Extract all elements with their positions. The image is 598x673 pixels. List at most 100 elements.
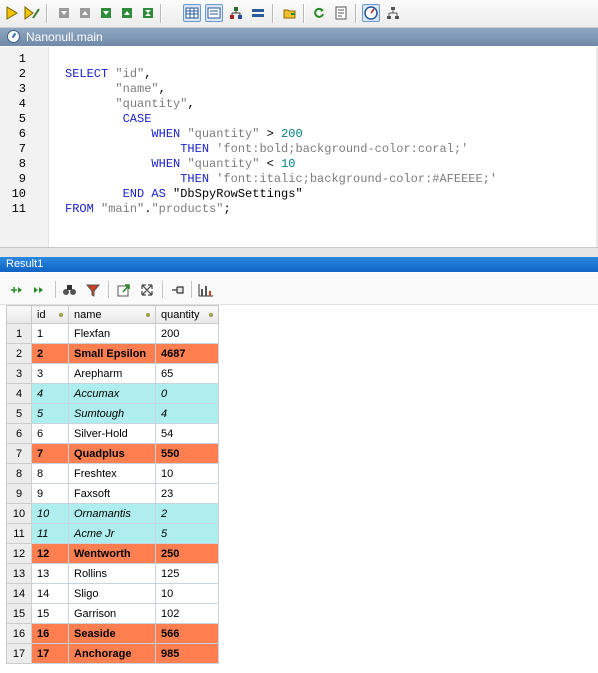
maximize-icon[interactable]: [139, 282, 155, 298]
cell-id[interactable]: 11: [31, 523, 69, 544]
cell-id[interactable]: 5: [31, 403, 69, 424]
cell-quantity[interactable]: 5: [155, 523, 219, 544]
row-number-cell[interactable]: 1: [6, 323, 32, 344]
expand-icon[interactable]: [97, 4, 115, 22]
row-number-cell[interactable]: 5: [6, 403, 32, 424]
cell-id[interactable]: 7: [31, 443, 69, 464]
filter-icon[interactable]: [85, 282, 101, 298]
cell-id[interactable]: 15: [31, 603, 69, 624]
cell-name[interactable]: Acme Jr: [68, 523, 156, 544]
table-row[interactable]: 5 5 Sumtough 4: [6, 403, 219, 424]
table-row[interactable]: 6 6 Silver-Hold 54: [6, 423, 219, 444]
cell-id[interactable]: 8: [31, 463, 69, 484]
cell-id[interactable]: 17: [31, 643, 69, 664]
cell-quantity[interactable]: 23: [155, 483, 219, 504]
table-row[interactable]: 10 10 Ornamantis 2: [6, 503, 219, 524]
cell-quantity[interactable]: 200: [155, 323, 219, 344]
table-row[interactable]: 17 17 Anchorage 985: [6, 643, 219, 664]
table-row[interactable]: 1 1 Flexfan 200: [6, 323, 219, 344]
row-number-cell[interactable]: 9: [6, 483, 32, 504]
cell-name[interactable]: Arepharm: [68, 363, 156, 384]
options-icon[interactable]: [332, 4, 350, 22]
cell-id[interactable]: 4: [31, 383, 69, 404]
row-number-cell[interactable]: 14: [6, 583, 32, 604]
append-row-icon[interactable]: [31, 282, 47, 298]
cell-quantity[interactable]: 4: [155, 403, 219, 424]
cell-id[interactable]: 10: [31, 503, 69, 524]
table-row[interactable]: 13 13 Rollins 125: [6, 563, 219, 584]
cell-id[interactable]: 13: [31, 563, 69, 584]
cell-quantity[interactable]: 125: [155, 563, 219, 584]
cell-name[interactable]: Small Epsilon: [68, 343, 156, 364]
cell-name[interactable]: Ornamantis: [68, 503, 156, 524]
cell-name[interactable]: Anchorage: [68, 643, 156, 664]
table-row[interactable]: 12 12 Wentworth 250: [6, 543, 219, 564]
cell-name[interactable]: Seaside: [68, 623, 156, 644]
cell-name[interactable]: Sumtough: [68, 403, 156, 424]
tree-icon[interactable]: [227, 4, 245, 22]
table-row[interactable]: 2 2 Small Epsilon 4687: [6, 343, 219, 364]
cell-quantity[interactable]: 985: [155, 643, 219, 664]
table-row[interactable]: 9 9 Faxsoft 23: [6, 483, 219, 504]
sql-editor[interactable]: 1 2 3 4 5 6 7 8 9 10 11 SELECT "id", "name", "quan…: [0, 47, 598, 247]
results-icon[interactable]: [249, 4, 267, 22]
row-number-cell[interactable]: 2: [6, 343, 32, 364]
cell-name[interactable]: Quadplus: [68, 443, 156, 464]
result-grid[interactable]: id name quantity 1 1 Flexfan 200 2 2 Small Eps…: [6, 305, 219, 664]
cell-quantity[interactable]: 54: [155, 423, 219, 444]
cell-quantity[interactable]: 4687: [155, 343, 219, 364]
cell-id[interactable]: 16: [31, 623, 69, 644]
column-header-id[interactable]: id: [31, 305, 69, 324]
cell-quantity[interactable]: 0: [155, 383, 219, 404]
cell-quantity[interactable]: 10: [155, 463, 219, 484]
hierarchy-icon[interactable]: [384, 4, 402, 22]
cell-quantity[interactable]: 10: [155, 583, 219, 604]
column-header-quantity[interactable]: quantity: [155, 305, 219, 324]
column-header-name[interactable]: name: [68, 305, 156, 324]
chart-icon[interactable]: [198, 282, 214, 298]
cell-quantity[interactable]: 2: [155, 503, 219, 524]
table-row[interactable]: 3 3 Arepharm 65: [6, 363, 219, 384]
row-number-cell[interactable]: 12: [6, 543, 32, 564]
row-number-cell[interactable]: 13: [6, 563, 32, 584]
cell-name[interactable]: Silver-Hold: [68, 423, 156, 444]
pin-icon[interactable]: [170, 282, 186, 298]
cell-name[interactable]: Wentworth: [68, 543, 156, 564]
row-number-cell[interactable]: 6: [6, 423, 32, 444]
result-tab[interactable]: Result1: [0, 257, 598, 272]
run-step-icon[interactable]: [23, 4, 41, 22]
cell-id[interactable]: 9: [31, 483, 69, 504]
cell-id[interactable]: 1: [31, 323, 69, 344]
table-row[interactable]: 8 8 Freshtex 10: [6, 463, 219, 484]
table-row[interactable]: 15 15 Garrison 102: [6, 603, 219, 624]
row-number-cell[interactable]: 11: [6, 523, 32, 544]
cell-quantity[interactable]: 566: [155, 623, 219, 644]
cell-name[interactable]: Flexfan: [68, 323, 156, 344]
run-icon[interactable]: [3, 4, 21, 22]
row-number-cell[interactable]: 16: [6, 623, 32, 644]
cell-name[interactable]: Freshtex: [68, 463, 156, 484]
table-row[interactable]: 4 4 Accumax 0: [6, 383, 219, 404]
refresh-icon[interactable]: [310, 4, 328, 22]
cell-quantity[interactable]: 250: [155, 543, 219, 564]
find-icon[interactable]: [62, 282, 78, 298]
collapse-all-icon[interactable]: [139, 4, 157, 22]
table-row[interactable]: 7 7 Quadplus 550: [6, 443, 219, 464]
row-number-cell[interactable]: 15: [6, 603, 32, 624]
cell-id[interactable]: 14: [31, 583, 69, 604]
row-number-cell[interactable]: 8: [6, 463, 32, 484]
table-row[interactable]: 16 16 Seaside 566: [6, 623, 219, 644]
row-number-cell[interactable]: 10: [6, 503, 32, 524]
cell-id[interactable]: 2: [31, 343, 69, 364]
cell-quantity[interactable]: 550: [155, 443, 219, 464]
cell-name[interactable]: Accumax: [68, 383, 156, 404]
row-number-cell[interactable]: 17: [6, 643, 32, 664]
cell-name[interactable]: Garrison: [68, 603, 156, 624]
export-icon[interactable]: [116, 282, 132, 298]
cell-quantity[interactable]: 102: [155, 603, 219, 624]
stop-icon[interactable]: [55, 4, 73, 22]
cell-name[interactable]: Rollins: [68, 563, 156, 584]
cell-id[interactable]: 6: [31, 423, 69, 444]
table-row[interactable]: 11 11 Acme Jr 5: [6, 523, 219, 544]
cell-name[interactable]: Sligo: [68, 583, 156, 604]
